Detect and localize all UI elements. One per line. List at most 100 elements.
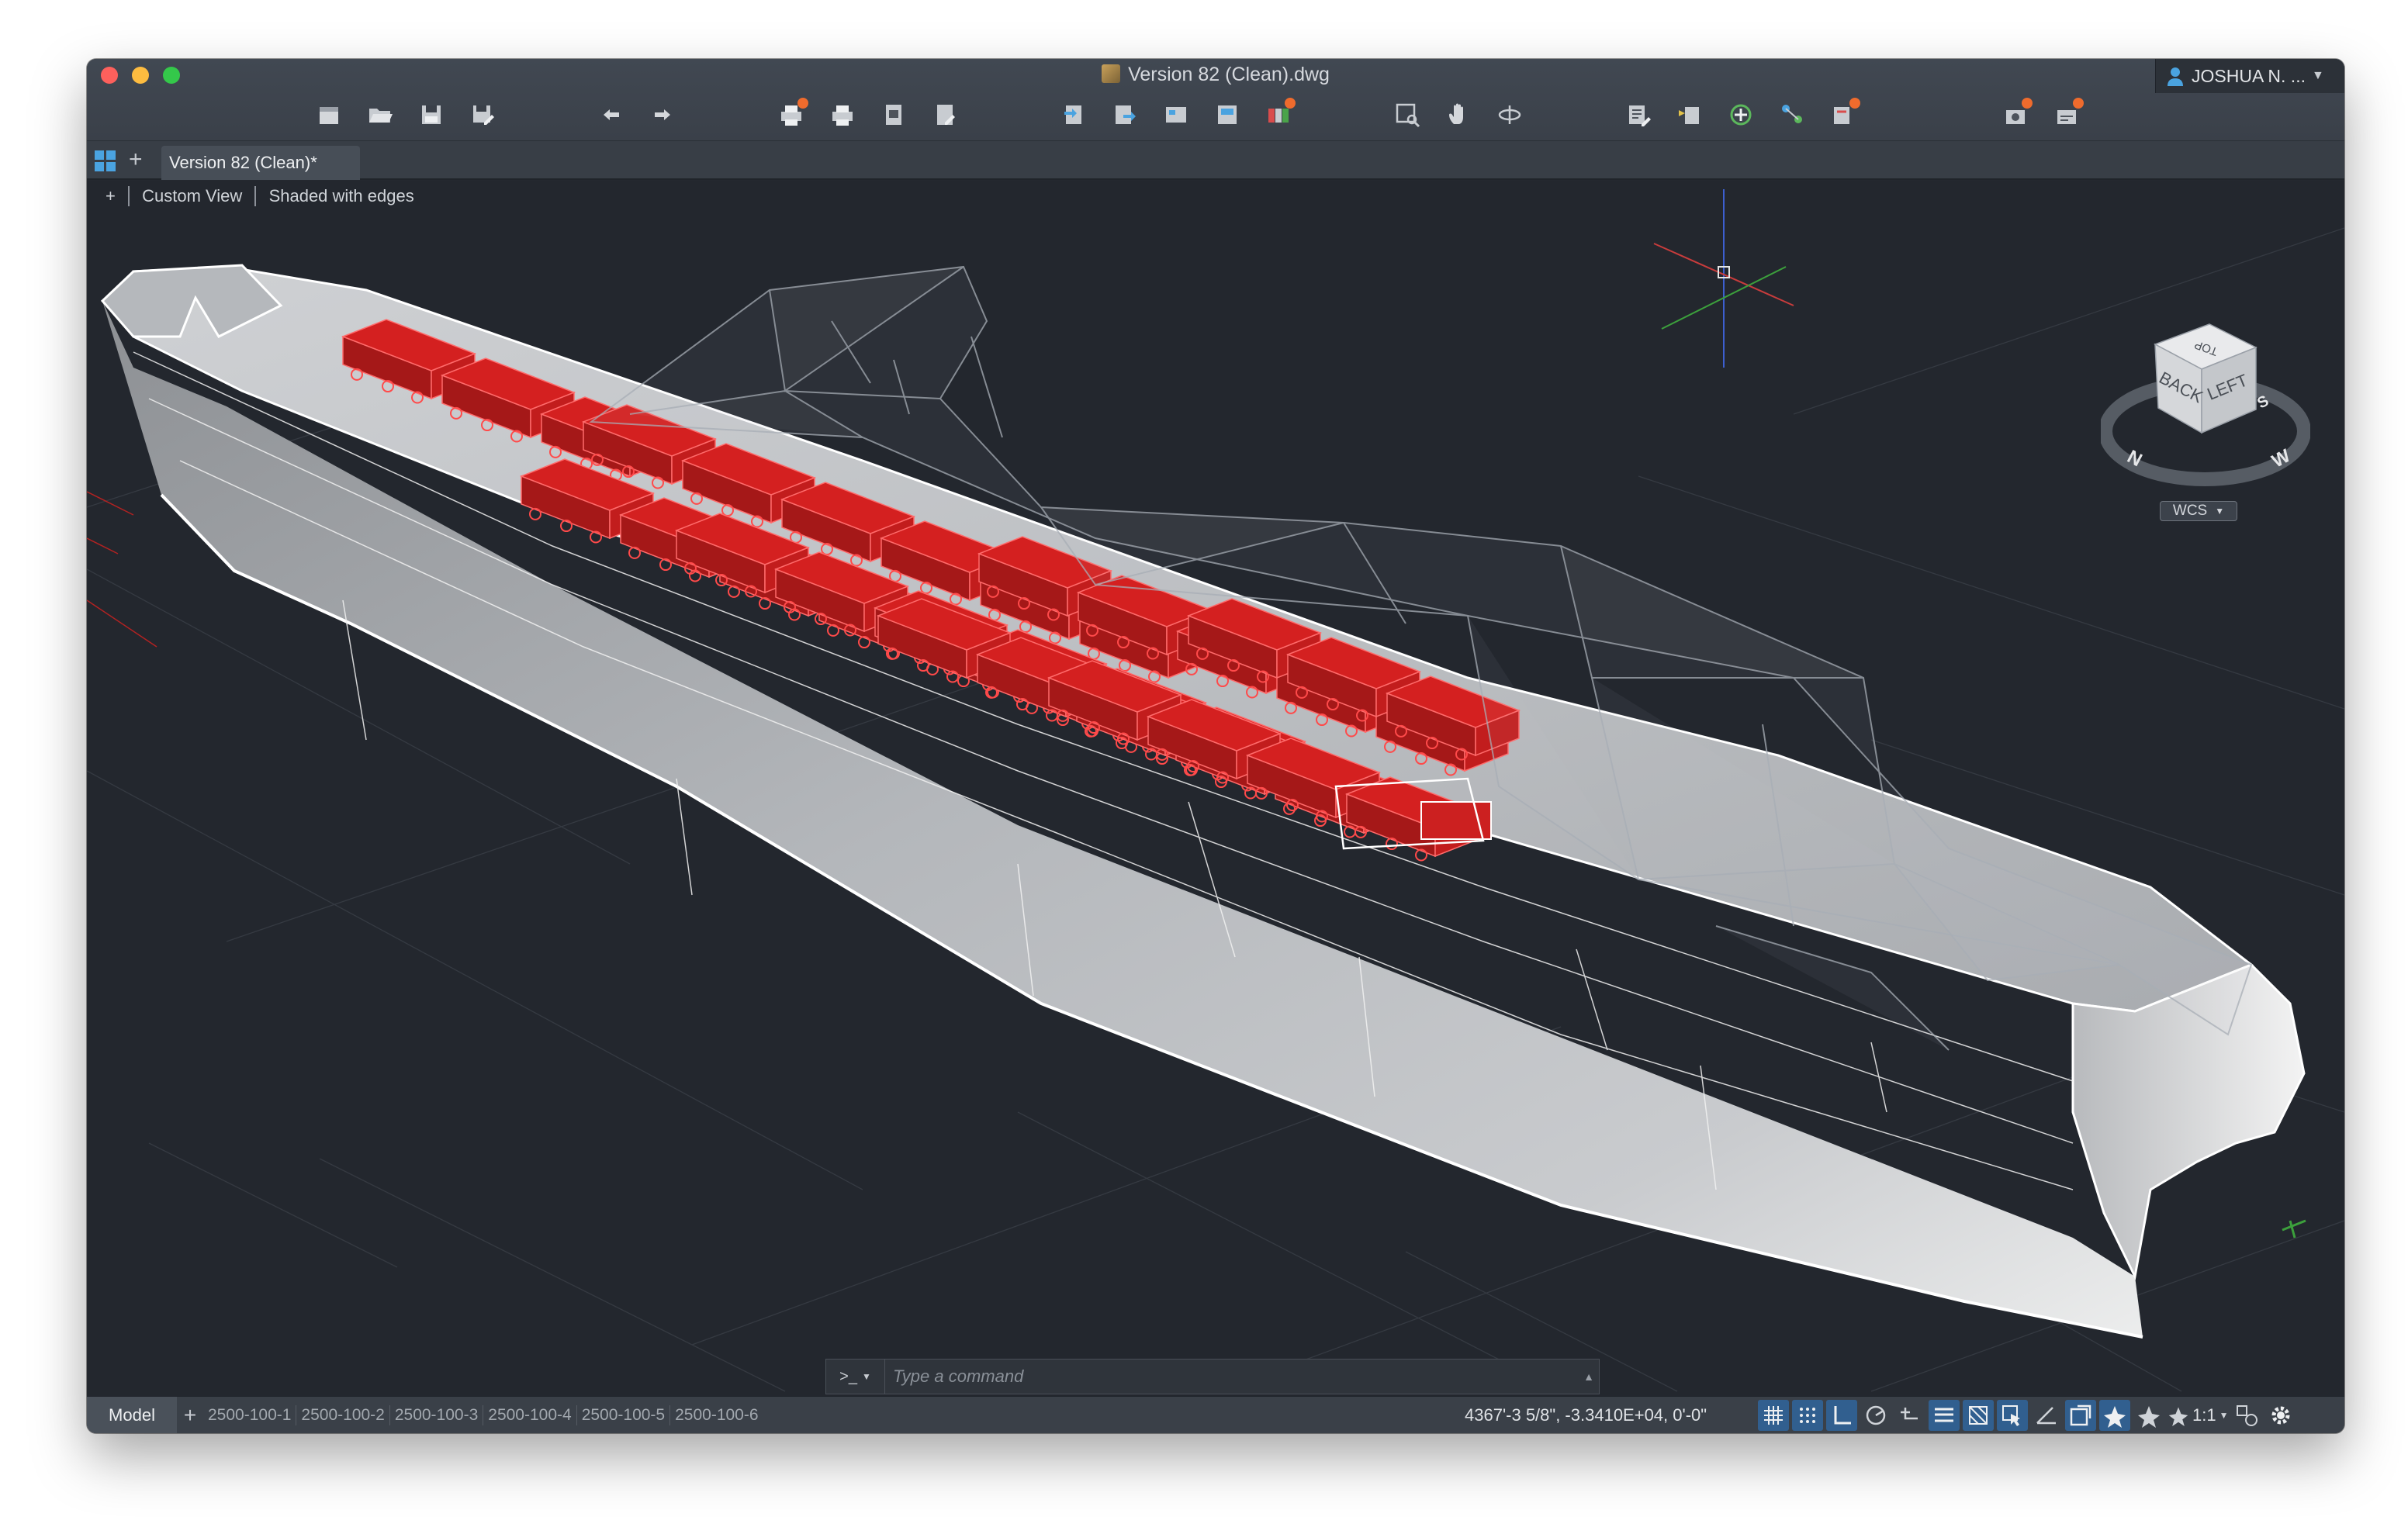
add-layout-button[interactable]: + bbox=[177, 1403, 203, 1428]
layout-tab[interactable]: 2500-100-6 bbox=[670, 1405, 763, 1425]
lineweight-toggle[interactable] bbox=[1929, 1400, 1960, 1431]
page-setup-button[interactable] bbox=[877, 98, 911, 132]
layer-manager-icon bbox=[1679, 107, 1699, 124]
construction-lines bbox=[87, 491, 157, 648]
user-avatar-icon bbox=[2168, 67, 2183, 86]
cargo-truck-wheel bbox=[728, 585, 740, 598]
ucs-toggle[interactable] bbox=[2065, 1400, 2096, 1431]
command-history-toggle[interactable]: ▲ bbox=[1579, 1370, 1599, 1383]
file-grid-icon[interactable] bbox=[95, 150, 116, 172]
orbit-button[interactable] bbox=[1493, 98, 1527, 132]
undo-icon bbox=[604, 109, 619, 120]
notification-badge bbox=[2022, 98, 2033, 109]
layout-tab[interactable]: 2500-100-4 bbox=[483, 1404, 577, 1425]
user-name: JOSHUA N. ... bbox=[2192, 65, 2306, 86]
annotation-scale-selector[interactable]: 1:1 ▼ bbox=[2168, 1400, 2228, 1431]
viewcube[interactable]: TOP BACK LEFT N W S bbox=[2101, 301, 2310, 495]
viewport-controls: + Custom View Shaded with edges bbox=[106, 186, 422, 206]
plot-button[interactable] bbox=[774, 98, 808, 132]
workspace-badge-button[interactable] bbox=[2050, 98, 2084, 132]
grid-toggle[interactable] bbox=[1758, 1400, 1789, 1431]
render-button[interactable] bbox=[1261, 98, 1296, 132]
redo-button[interactable] bbox=[645, 98, 680, 132]
publish-icon bbox=[937, 105, 955, 125]
angle-toggle[interactable] bbox=[2031, 1400, 2062, 1431]
auto-scale-toggle[interactable] bbox=[2133, 1400, 2164, 1431]
transparency-toggle[interactable] bbox=[1963, 1400, 1994, 1431]
notification-badge bbox=[797, 98, 808, 109]
xref-button[interactable] bbox=[1159, 98, 1193, 132]
properties-button[interactable] bbox=[1621, 98, 1656, 132]
new-tab-button[interactable]: + bbox=[129, 147, 143, 172]
dynamic-ucs-icon bbox=[2070, 1404, 2091, 1426]
user-account-menu[interactable]: JOSHUA N. ... ▼ bbox=[2155, 59, 2344, 93]
ucs-selector[interactable]: WCS ▼ bbox=[2160, 501, 2237, 521]
annotation-visibility-icon bbox=[2104, 1406, 2126, 1428]
command-line[interactable]: >_ ▼ ▲ bbox=[825, 1359, 1600, 1394]
pan-icon bbox=[1449, 103, 1463, 124]
snap-toggle[interactable] bbox=[1792, 1400, 1823, 1431]
notification-badge bbox=[2073, 98, 2084, 109]
settings-badge-button[interactable] bbox=[1998, 98, 2033, 132]
dwg-file-icon bbox=[1102, 64, 1121, 83]
document-tab[interactable]: Version 82 (Clean)* bbox=[161, 146, 360, 180]
chevron-down-icon: ▼ bbox=[2219, 1410, 2229, 1421]
export-icon bbox=[1116, 105, 1136, 124]
new-file-icon bbox=[320, 107, 338, 124]
layout-tab[interactable]: 2500-100-5 bbox=[577, 1404, 671, 1425]
superstructure-wireframe bbox=[589, 265, 2253, 1051]
pan-button[interactable] bbox=[1441, 98, 1476, 132]
polar-tracking-toggle[interactable] bbox=[1860, 1400, 1891, 1431]
view-selector[interactable]: Custom View bbox=[142, 186, 242, 206]
ucs-label: WCS bbox=[2172, 503, 2208, 519]
bow-section bbox=[2071, 963, 2306, 1280]
annotation-visibility-toggle[interactable] bbox=[2099, 1400, 2130, 1431]
osnap-toggle[interactable] bbox=[1894, 1400, 1925, 1431]
layout-tab[interactable]: 2500-100-2 bbox=[296, 1404, 390, 1425]
save-as-button[interactable] bbox=[465, 98, 500, 132]
xref-icon bbox=[1166, 107, 1186, 123]
selection-cycling-toggle[interactable] bbox=[1997, 1400, 2028, 1431]
document-tab-bar: + Version 82 (Clean)* bbox=[87, 141, 2344, 180]
model-tab[interactable]: Model bbox=[87, 1397, 177, 1433]
ship-3d-model bbox=[87, 189, 2344, 1392]
drawing-viewport[interactable]: + Custom View Shaded with edges TOP BACK… bbox=[87, 181, 2344, 1396]
measure-button[interactable] bbox=[1826, 98, 1860, 132]
design-center-button[interactable] bbox=[1724, 98, 1758, 132]
publish-button[interactable] bbox=[928, 98, 962, 132]
cargo-truck-wheel bbox=[529, 507, 541, 520]
layout-tab[interactable]: 2500-100-1 bbox=[203, 1404, 297, 1425]
new-file-button[interactable] bbox=[312, 98, 346, 132]
command-prompt-icon[interactable]: >_ ▼ bbox=[826, 1360, 885, 1394]
app-window: Version 82 (Clean).dwg JOSHUA N. ... ▼ +… bbox=[87, 59, 2344, 1433]
print-button[interactable] bbox=[825, 98, 860, 132]
redo-icon bbox=[655, 109, 670, 120]
import-button[interactable] bbox=[1057, 98, 1091, 132]
reference-manager-icon bbox=[1218, 105, 1237, 124]
visual-style-selector[interactable]: Shaded with edges bbox=[269, 186, 414, 206]
viewport-plus-button[interactable]: + bbox=[106, 186, 116, 206]
workspace-switch[interactable] bbox=[2231, 1400, 2262, 1431]
block-icon bbox=[1782, 105, 1802, 123]
save-button[interactable] bbox=[414, 98, 448, 132]
auto-scale-icon bbox=[2138, 1406, 2160, 1428]
command-input[interactable] bbox=[885, 1366, 1579, 1387]
notification-badge bbox=[1849, 98, 1860, 109]
layout-tab[interactable]: 2500-100-3 bbox=[390, 1404, 484, 1425]
settings-button[interactable] bbox=[2265, 1400, 2296, 1431]
export-button[interactable] bbox=[1108, 98, 1142, 132]
layer-manager-button[interactable] bbox=[1673, 98, 1707, 132]
zoom-window-button-tool[interactable] bbox=[1390, 98, 1424, 132]
window-title: Version 82 (Clean).dwg bbox=[87, 64, 2344, 86]
block-button[interactable] bbox=[1775, 98, 1809, 132]
cargo-truck-wheel bbox=[827, 624, 839, 637]
reference-manager-button[interactable] bbox=[1210, 98, 1244, 132]
separator bbox=[254, 186, 257, 206]
open-file-button[interactable] bbox=[363, 98, 397, 132]
status-bar: Model + 2500-100-1 2500-100-2 2500-100-3… bbox=[87, 1396, 2344, 1433]
lineweight-icon bbox=[1935, 1408, 1953, 1422]
ortho-toggle[interactable] bbox=[1826, 1400, 1857, 1431]
title-bar: Version 82 (Clean).dwg JOSHUA N. ... ▼ bbox=[87, 59, 2344, 141]
undo-button[interactable] bbox=[594, 98, 628, 132]
ortho-icon bbox=[1834, 1406, 1851, 1425]
